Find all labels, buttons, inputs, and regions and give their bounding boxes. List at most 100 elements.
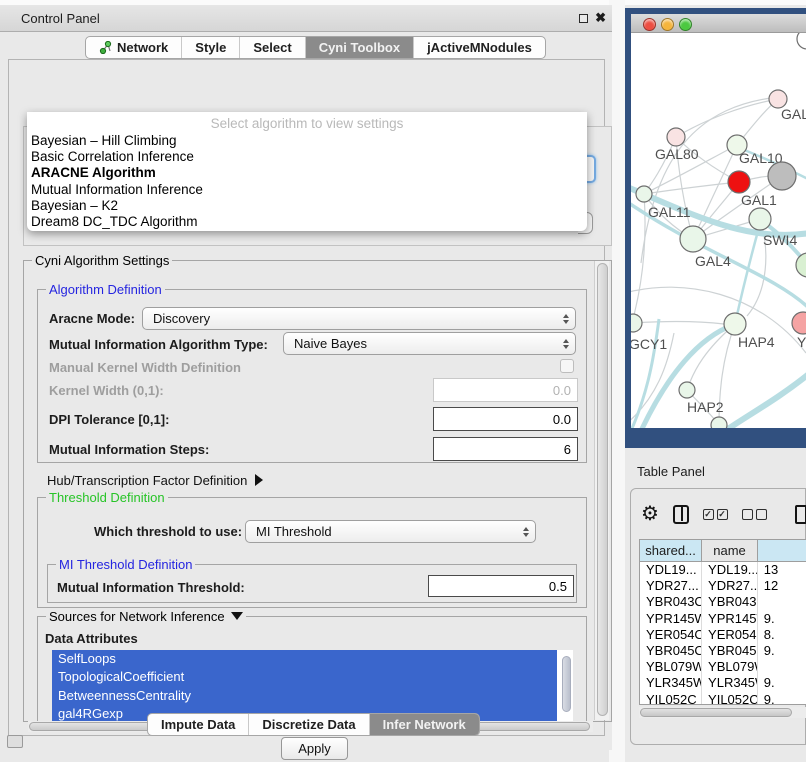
- network-node-gal80[interactable]: [667, 128, 685, 146]
- list-scrollbar-thumb[interactable]: [562, 656, 571, 712]
- network-node-gal1[interactable]: [749, 208, 771, 230]
- column-header[interactable]: shared...: [640, 540, 702, 561]
- network-node[interactable]: [768, 162, 796, 190]
- tab-discretize-data[interactable]: Discretize Data: [248, 714, 368, 735]
- network-edge[interactable]: [633, 322, 724, 324]
- network-edge[interactable]: [735, 231, 758, 324]
- vertical-scrollbar-thumb[interactable]: [597, 263, 608, 716]
- mac-minimize-icon[interactable]: [661, 18, 674, 31]
- float-window-icon[interactable]: [579, 14, 588, 23]
- kernel-width-field[interactable]: [433, 378, 578, 402]
- mi-type-select[interactable]: Naive Bayes: [283, 332, 576, 355]
- network-window-titlebar[interactable]: [631, 14, 806, 33]
- settings-vertical-scrollbar[interactable]: [594, 261, 609, 720]
- network-node-hap2[interactable]: [679, 382, 695, 398]
- network-node-y[interactable]: [792, 312, 806, 334]
- table-row[interactable]: YLR345WYLR345W9.: [640, 675, 806, 691]
- checked-boxes-icon[interactable]: ✓✓: [703, 509, 728, 520]
- algorithm-option[interactable]: Mutual Information Inference: [27, 182, 587, 198]
- which-threshold-label: Which threshold to use:: [94, 524, 242, 539]
- table-row[interactable]: YBR045CYBR045C9.: [640, 643, 806, 659]
- aracne-mode-label: Aracne Mode:: [49, 311, 135, 326]
- table-cell: 9.: [758, 643, 806, 659]
- network-node[interactable]: [728, 171, 750, 193]
- sources-group-title[interactable]: Sources for Network Inference: [46, 609, 246, 624]
- document-icon[interactable]: [795, 505, 806, 524]
- tab-style[interactable]: Style: [181, 37, 239, 58]
- table-cell: YDR27...: [702, 578, 758, 594]
- network-node-gal4[interactable]: [680, 226, 706, 252]
- node-label: GAL1: [741, 192, 777, 208]
- tab-network[interactable]: Network: [86, 37, 181, 58]
- apply-button[interactable]: Apply: [281, 737, 348, 760]
- mi-type-label: Mutual Information Algorithm Type:: [49, 337, 268, 352]
- table-row[interactable]: YBL079WYBL079W: [640, 659, 806, 675]
- table-cell: YDL19...: [640, 562, 702, 578]
- network-node[interactable]: [797, 33, 806, 49]
- table-cell: 8.: [758, 627, 806, 643]
- mi-threshold-field[interactable]: [428, 575, 574, 597]
- algorithm-option[interactable]: Bayesian – Hill Climbing: [27, 133, 587, 149]
- algorithm-option[interactable]: Dream8 DC_TDC Algorithm: [27, 214, 587, 230]
- network-node-gcy1[interactable]: [631, 314, 642, 332]
- table-row[interactable]: YIL052CYIL052C9.: [640, 692, 806, 706]
- tab-cyni-toolbox[interactable]: Cyni Toolbox: [305, 37, 413, 58]
- algorithm-option[interactable]: Bayesian – K2: [27, 198, 587, 214]
- attribute-list-item-selected[interactable]: TopologicalCoefficient: [52, 668, 557, 686]
- which-threshold-value: MI Threshold: [246, 524, 517, 539]
- tab-select[interactable]: Select: [239, 37, 304, 58]
- network-icon: [99, 41, 112, 54]
- table-cell: YBL079W: [702, 659, 758, 675]
- tab-infer-network[interactable]: Infer Network: [369, 714, 479, 735]
- table-row[interactable]: YER054CYER054C8.: [640, 627, 806, 643]
- tab-label: Network: [117, 40, 168, 55]
- network-node[interactable]: [711, 417, 727, 428]
- table-cell: YBL079W: [640, 659, 702, 675]
- algorithm-option[interactable]: ARACNE Algorithm: [27, 165, 587, 181]
- close-icon[interactable]: ✖: [595, 10, 606, 26]
- mac-close-icon[interactable]: [643, 18, 656, 31]
- network-canvas[interactable]: GALGAL80GAL10GAL1GAL11SWI4GAL4GCY1HAP4YH…: [631, 33, 806, 428]
- algorithm-dropdown: Select algorithm to view settings Bayesi…: [27, 112, 587, 231]
- network-edge[interactable]: [641, 97, 778, 263]
- which-threshold-select[interactable]: MI Threshold: [245, 520, 536, 543]
- columns-icon[interactable]: [673, 505, 689, 524]
- table-row[interactable]: YBR043CYBR043C: [640, 594, 806, 610]
- table-scrollbar-thumb[interactable]: [640, 708, 792, 717]
- table-cell: YLR345W: [702, 675, 758, 691]
- table-cell: YBR045C: [640, 643, 702, 659]
- manual-kernel-checkbox[interactable]: [560, 359, 574, 373]
- table-row[interactable]: YDL19...YDL19...13: [640, 562, 806, 578]
- unchecked-boxes-icon[interactable]: [742, 509, 767, 520]
- network-edge[interactable]: [722, 373, 806, 428]
- attribute-list-item-selected[interactable]: SelfLoops: [52, 650, 557, 668]
- tab-jactivemnodules[interactable]: jActiveMNodules: [413, 37, 545, 58]
- minimized-panel-icon[interactable]: [7, 735, 23, 748]
- hub-definition-expander[interactable]: Hub/Transcription Factor Definition: [47, 473, 263, 488]
- table-row[interactable]: YDR27...YDR27...12: [640, 578, 806, 594]
- attribute-list-item-selected[interactable]: BetweennessCentrality: [52, 687, 557, 705]
- dpi-tolerance-label: DPI Tolerance [0,1]:: [49, 412, 169, 427]
- mi-threshold-label: Mutual Information Threshold:: [57, 580, 245, 595]
- network-node-swi4[interactable]: [796, 253, 806, 277]
- algorithm-option[interactable]: Basic Correlation Inference: [27, 149, 587, 165]
- mi-steps-field[interactable]: [433, 437, 578, 461]
- network-edge[interactable]: [676, 99, 778, 137]
- network-node-gal11[interactable]: [636, 186, 652, 202]
- table-horizontal-scrollbar[interactable]: [639, 707, 806, 718]
- gear-icon[interactable]: ⚙: [641, 504, 659, 524]
- dpi-tolerance-field[interactable]: [433, 407, 578, 431]
- column-header[interactable]: [758, 540, 806, 561]
- tab-impute-data[interactable]: Impute Data: [148, 714, 248, 735]
- cyni-toolbox-pane: Cyni Algorithm Settings Algorithm Defini…: [8, 59, 605, 736]
- table-row[interactable]: YPR145WYPR145W9.: [640, 611, 806, 627]
- node-label: HAP2: [687, 399, 724, 415]
- mac-zoom-icon[interactable]: [679, 18, 692, 31]
- threshold-definition-title: Threshold Definition: [46, 490, 168, 505]
- tab-label: Impute Data: [161, 717, 235, 732]
- network-node-hap4[interactable]: [724, 313, 746, 335]
- column-header[interactable]: name: [702, 540, 758, 561]
- aracne-mode-select[interactable]: Discovery: [142, 307, 576, 330]
- table-cell: YBR043C: [640, 594, 702, 610]
- table-cell: [758, 659, 806, 675]
